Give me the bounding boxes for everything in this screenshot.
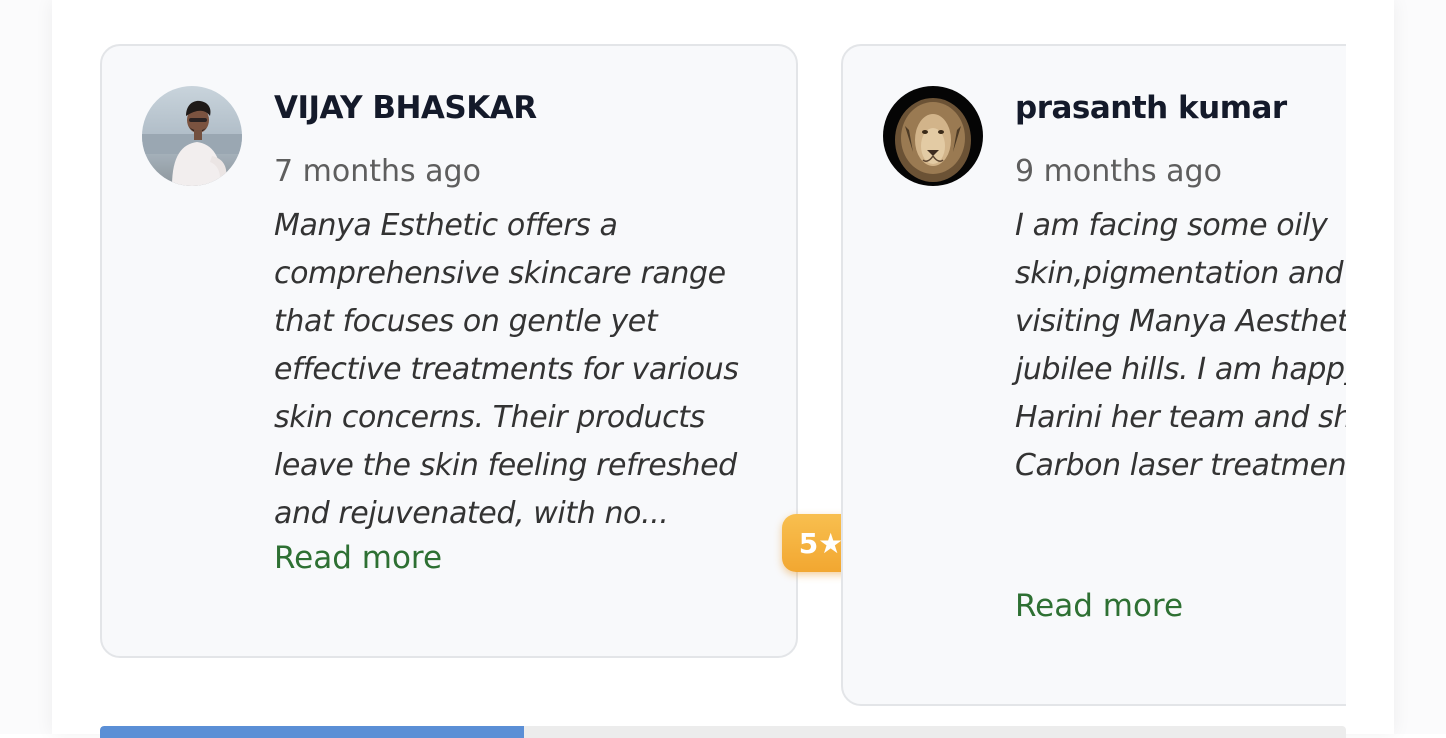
review-text: I am facing some oily skin,pigmentation … [1015,208,1346,483]
carousel-progress-bar [100,726,524,738]
rating-badge-label: 5★ [798,526,844,560]
reviewer-avatar [142,86,242,186]
person-photo-avatar-icon [142,86,242,186]
carousel-progress-track[interactable] [100,726,1346,738]
read-more-link[interactable]: Read more [1015,588,1183,624]
review-card: VIJAY BHASKAR 7 months ago Manya Estheti… [100,44,798,658]
review-time: 7 months ago [274,154,481,189]
review-time: 9 months ago [1015,154,1222,189]
reviews-carousel[interactable]: 5★ VI [100,0,1346,734]
lion-avatar-icon [883,86,983,186]
reviewer-name: VIJAY BHASKAR [274,90,537,126]
read-more-link[interactable]: Read more [274,540,442,576]
review-card: prasanth kumar 9 months ago I am facing … [841,44,1346,706]
reviewer-avatar [883,86,983,186]
reviewer-name: prasanth kumar [1015,90,1287,126]
review-text: Manya Esthetic offers a comprehensive sk… [274,208,739,531]
